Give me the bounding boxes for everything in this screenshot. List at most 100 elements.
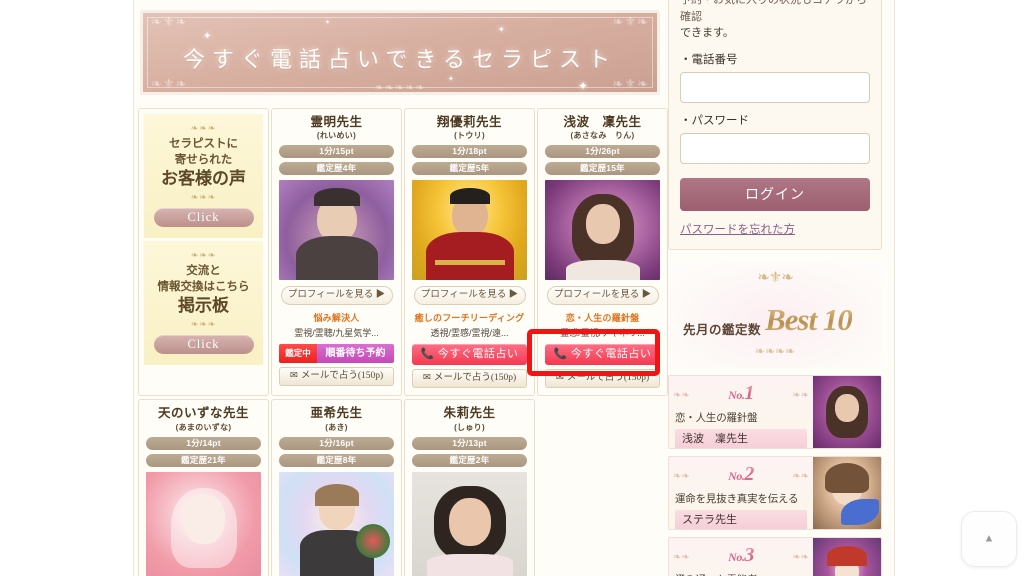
mail-divination-button[interactable]: ✉ メールで占う(150p)	[279, 367, 394, 387]
therapist-photo[interactable]	[146, 471, 261, 576]
promo-voices-heading: お客様の声	[161, 169, 246, 189]
swirl-icon: ❧❧	[673, 551, 690, 563]
rank-info: ❧❧ ❧❧ No.2 運命を見抜き真実を伝える ステラ先生	[669, 457, 813, 529]
banner-flourish-bottom-left: ❧⚜❧	[151, 77, 188, 92]
mail-divination-button[interactable]: ✉ メールで占う(150p)	[412, 369, 527, 389]
therapist-name: 霊明先生	[310, 115, 363, 129]
therapist-photo[interactable]	[412, 180, 527, 281]
therapist-kana: (しゅり)	[454, 422, 485, 432]
therapist-row-2: 天のいずな先生 (あまのいずな) 1分/14pt 鑑定歴21年 亜希先生 (あき…	[138, 399, 668, 576]
call-button-label: 今すぐ電話占い	[437, 348, 519, 361]
best10-label: 先月の鑑定数	[683, 322, 762, 337]
login-note-cut-line: 予約・お気に入りの状況もコチラから確認	[680, 0, 867, 23]
ornament-icon: ❧❧❧	[190, 250, 217, 261]
promo-board-box[interactable]: ❧❧❧ 交流と 情報交換はこちら 掲示板 ❧❧❧ Click	[144, 241, 263, 366]
banner-sparkle: ✦	[498, 25, 505, 34]
therapist-specialties: 霊感/霊視/チャネリ...	[560, 328, 645, 339]
promo-voices-box[interactable]: ❧❧❧ セラピストに 寄せられた お客様の声 ❧❧❧ Click	[144, 114, 263, 239]
therapist-rate-badge: 1分/16pt	[279, 436, 394, 450]
therapist-banner: ❧⚜❧ ❧⚜❧ ❧⚜❧ ❧⚜❧ ❧❧❧❧❧ ✦ ✦ ✦ ✦ ✦ 今すぐ電話占いで…	[140, 10, 660, 95]
therapist-experience-badge: 鑑定歴21年	[146, 453, 261, 467]
therapist-card[interactable]: 亜希先生 (あき) 1分/16pt 鑑定歴8年	[271, 399, 402, 576]
swirl-icon: ❧❧	[673, 389, 690, 401]
mail-icon: ✉	[422, 373, 431, 384]
rank-info: ❧❧ ❧❧ No.1 恋・人生の羅針盤 浅波 凜先生	[669, 376, 813, 448]
rank-item[interactable]: ❧❧ ❧❧ No.1 恋・人生の羅針盤 浅波 凜先生	[668, 374, 882, 449]
promo-voices-click-button[interactable]: Click	[153, 208, 254, 228]
arrow-up-icon: ▲	[983, 532, 995, 545]
therapist-name: 天のいずな先生	[157, 406, 249, 421]
therapist-tagline: 癒しのフーチリーディング	[414, 313, 525, 324]
swirl-ornament-icon: ❧❧❧❧	[754, 343, 796, 358]
therapist-kana: (あき)	[325, 422, 348, 432]
therapist-rate-badge: 1分/15pt	[279, 145, 394, 159]
therapist-rate-badge: 1分/14pt	[146, 436, 261, 450]
promo-voices-line2: 寄せられた	[174, 153, 233, 166]
therapist-card[interactable]: 翔優莉先生 (トウリ) 1分/18pt 鑑定歴5年 プロフィールを見る ▶ 癒し…	[404, 108, 535, 397]
scroll-to-top-button[interactable]: ▲	[961, 511, 1017, 567]
therapist-card[interactable]: 霊明先生 (れいめい) 1分/15pt 鑑定歴4年 プロフィールを見る ▶ 悩み…	[271, 108, 402, 397]
therapist-experience-badge: 鑑定歴2年	[412, 453, 527, 467]
therapist-kana: (トウリ)	[454, 131, 485, 141]
banner-sparkle: ✦	[203, 31, 212, 42]
mail-button-label: メールで占う(150p)	[433, 373, 517, 384]
therapist-rate-badge: 1分/18pt	[412, 145, 527, 159]
banner-sparkle: ✦	[578, 79, 589, 93]
rank-thumbnail[interactable]	[813, 375, 881, 448]
swirl-icon: ❧❧	[792, 389, 809, 401]
therapist-kana: (あさなみ りん)	[570, 131, 635, 141]
rank-number: No.3	[675, 542, 807, 568]
therapist-photo[interactable]	[279, 471, 394, 576]
rank-item[interactable]: ❧❧ ❧❧ No.2 運命を見抜き真実を伝える ステラ先生	[668, 455, 882, 530]
promo-board-line1: 交流と	[186, 265, 221, 278]
therapist-specialties: 透視/霊感/霊視/遠...	[430, 328, 509, 339]
promo-board-click-button[interactable]: Click	[153, 335, 254, 355]
mail-button-label: メールで占う(150p)	[300, 371, 384, 382]
phone-input[interactable]	[680, 71, 870, 103]
therapist-experience-badge: 鑑定歴8年	[279, 453, 394, 467]
right-sidebar: 予約・お気に入りの状況もコチラから確認 できます。 ・電話番号 ・パスワード ロ…	[668, 0, 882, 576]
rank-number: No.1	[675, 380, 807, 406]
therapist-row-1: ❧❧❧ セラピストに 寄せられた お客様の声 ❧❧❧ Click ❧❧❧ 交流と…	[138, 108, 668, 397]
rank-item[interactable]: ❧❧ ❧❧ No.3 澄み通った霊能者 夢莉先生	[668, 536, 882, 576]
therapist-tagline: 悩み解決人	[313, 313, 360, 324]
login-submit-button[interactable]: ログイン	[680, 177, 870, 211]
call-now-button[interactable]: 📞 今すぐ電話占い	[545, 344, 660, 366]
promo-board-line2: 情報交換はこちら	[157, 280, 250, 293]
forgot-password-link[interactable]: パスワードを忘れた方	[680, 221, 795, 237]
therapist-photo[interactable]	[545, 180, 660, 281]
rank-thumbnail[interactable]	[813, 456, 881, 529]
therapist-card[interactable]: 朱莉先生 (しゅり) 1分/13pt 鑑定歴2年	[404, 399, 535, 576]
rank-thumbnail[interactable]	[813, 537, 881, 576]
therapist-profile-button[interactable]: プロフィールを見る ▶	[546, 286, 659, 306]
phone-icon: 📞	[420, 348, 435, 361]
promo-board-heading: 掲示板	[178, 296, 229, 316]
mail-divination-button[interactable]: ✉ メールで占う(150p)	[545, 369, 660, 389]
banner-title: 今すぐ電話占いできるセラピスト	[183, 47, 617, 72]
therapist-name: 浅波 凜先生	[563, 115, 642, 129]
therapist-profile-button[interactable]: プロフィールを見る ▶	[413, 286, 526, 306]
therapist-experience-badge: 鑑定歴15年	[545, 162, 660, 176]
wait-reserve-button[interactable]: 順番待ち予約	[317, 344, 394, 364]
swirl-icon: ❧❧	[673, 470, 690, 482]
rank-therapist-name: ステラ先生	[675, 509, 807, 529]
therapist-card[interactable]: 天のいずな先生 (あまのいずな) 1分/14pt 鑑定歴21年	[138, 399, 269, 576]
therapist-card[interactable]: 浅波 凜先生 (あさなみ りん) 1分/26pt 鑑定歴15年 プロフィールを見…	[537, 108, 668, 397]
promo-voices-line1: セラピストに	[169, 138, 238, 150]
login-note: 予約・お気に入りの状況もコチラから確認 できます。	[680, 0, 870, 42]
therapist-tagline: 恋・人生の羅針盤	[565, 313, 640, 324]
therapist-photo[interactable]	[412, 471, 527, 576]
call-now-button[interactable]: 📞 今すぐ電話占い	[412, 344, 527, 366]
swirl-icon: ❧❧	[792, 551, 809, 563]
therapist-name: 翔優莉先生	[436, 115, 502, 129]
password-input[interactable]	[680, 132, 870, 164]
rank-info: ❧❧ ❧❧ No.3 澄み通った霊能者 夢莉先生	[669, 538, 813, 576]
login-note-line2: できます。	[680, 27, 734, 39]
therapist-experience-badge: 鑑定歴4年	[279, 162, 394, 176]
banner-flourish-bottom-right: ❧⚜❧	[612, 77, 649, 92]
call-button-label: 今すぐ電話占い	[570, 348, 652, 361]
phone-icon: 📞	[553, 348, 568, 361]
therapist-profile-button[interactable]: プロフィールを見る ▶	[280, 286, 393, 306]
therapist-photo[interactable]	[279, 180, 394, 281]
promo-card: ❧❧❧ セラピストに 寄せられた お客様の声 ❧❧❧ Click ❧❧❧ 交流と…	[138, 108, 269, 397]
